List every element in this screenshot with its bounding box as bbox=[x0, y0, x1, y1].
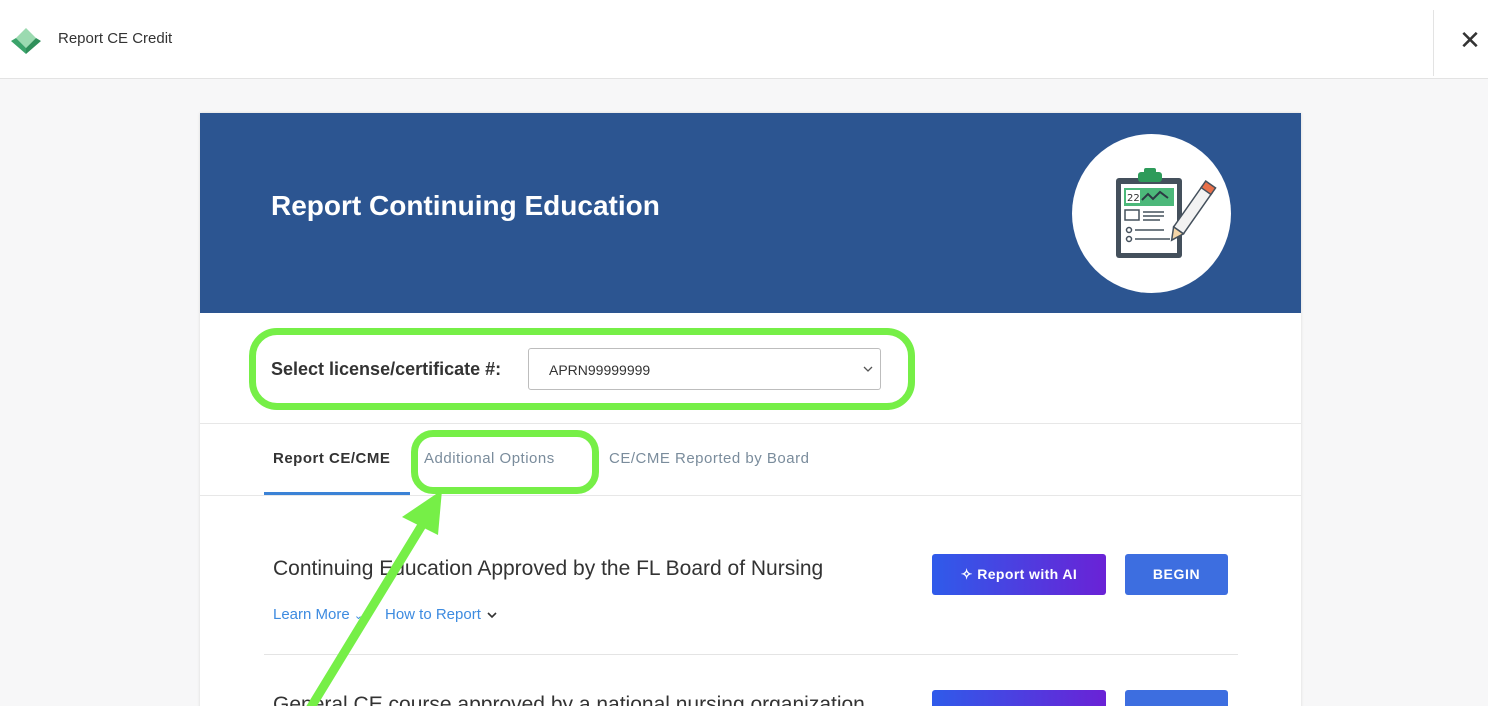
chevron-down-icon bbox=[863, 366, 873, 372]
report-ce-card: Report Continuing Education 22 Select li… bbox=[200, 113, 1301, 706]
begin-button[interactable] bbox=[1125, 690, 1228, 706]
tab-bar: Report CE/CME Additional Options CE/CME … bbox=[200, 424, 1301, 496]
clipboard-icon: 22 bbox=[1072, 134, 1231, 293]
ce-option-title: General CE course approved by a national… bbox=[273, 693, 865, 706]
tab-reported-by-board[interactable]: CE/CME Reported by Board bbox=[609, 450, 809, 467]
how-to-report-label: How to Report bbox=[385, 606, 481, 623]
illustration-day-number: 22 bbox=[1127, 193, 1140, 204]
begin-button[interactable]: BEGIN bbox=[1125, 554, 1228, 595]
learn-more-link[interactable]: Learn More ⌄ bbox=[273, 606, 363, 623]
how-to-report-link[interactable]: How to Report bbox=[385, 606, 497, 623]
ce-option-title: Continuing Education Approved by the FL … bbox=[273, 557, 824, 580]
app-logo-icon bbox=[11, 28, 41, 54]
chevron-down-icon: ⌄ bbox=[353, 610, 364, 622]
report-with-ai-label: Report with AI bbox=[977, 566, 1078, 582]
learn-more-label: Learn More bbox=[273, 606, 350, 623]
tab-report-ce[interactable]: Report CE/CME bbox=[273, 450, 390, 467]
license-select[interactable]: APRN99999999 bbox=[528, 348, 881, 390]
top-bar: Report CE Credit ✕ bbox=[0, 0, 1488, 79]
top-bar-separator bbox=[1433, 10, 1434, 76]
report-with-ai-button[interactable]: ✧ Report with AI bbox=[932, 554, 1106, 595]
license-select-value: APRN99999999 bbox=[549, 362, 651, 378]
app-title: Report CE Credit bbox=[58, 30, 173, 47]
license-selector-row: Select license/certificate #: APRN999999… bbox=[200, 313, 1301, 424]
active-tab-indicator bbox=[264, 492, 410, 495]
page-title: Report Continuing Education bbox=[271, 190, 660, 221]
hero-banner: Report Continuing Education 22 bbox=[200, 113, 1301, 313]
item-divider bbox=[264, 654, 1238, 655]
sparkle-icon: ✧ bbox=[960, 566, 973, 582]
license-label: Select license/certificate #: bbox=[271, 359, 502, 379]
chevron-down-icon bbox=[487, 612, 497, 619]
report-with-ai-button[interactable] bbox=[932, 690, 1106, 706]
tab-additional-options[interactable]: Additional Options bbox=[424, 450, 555, 467]
close-icon[interactable]: ✕ bbox=[1452, 22, 1488, 58]
